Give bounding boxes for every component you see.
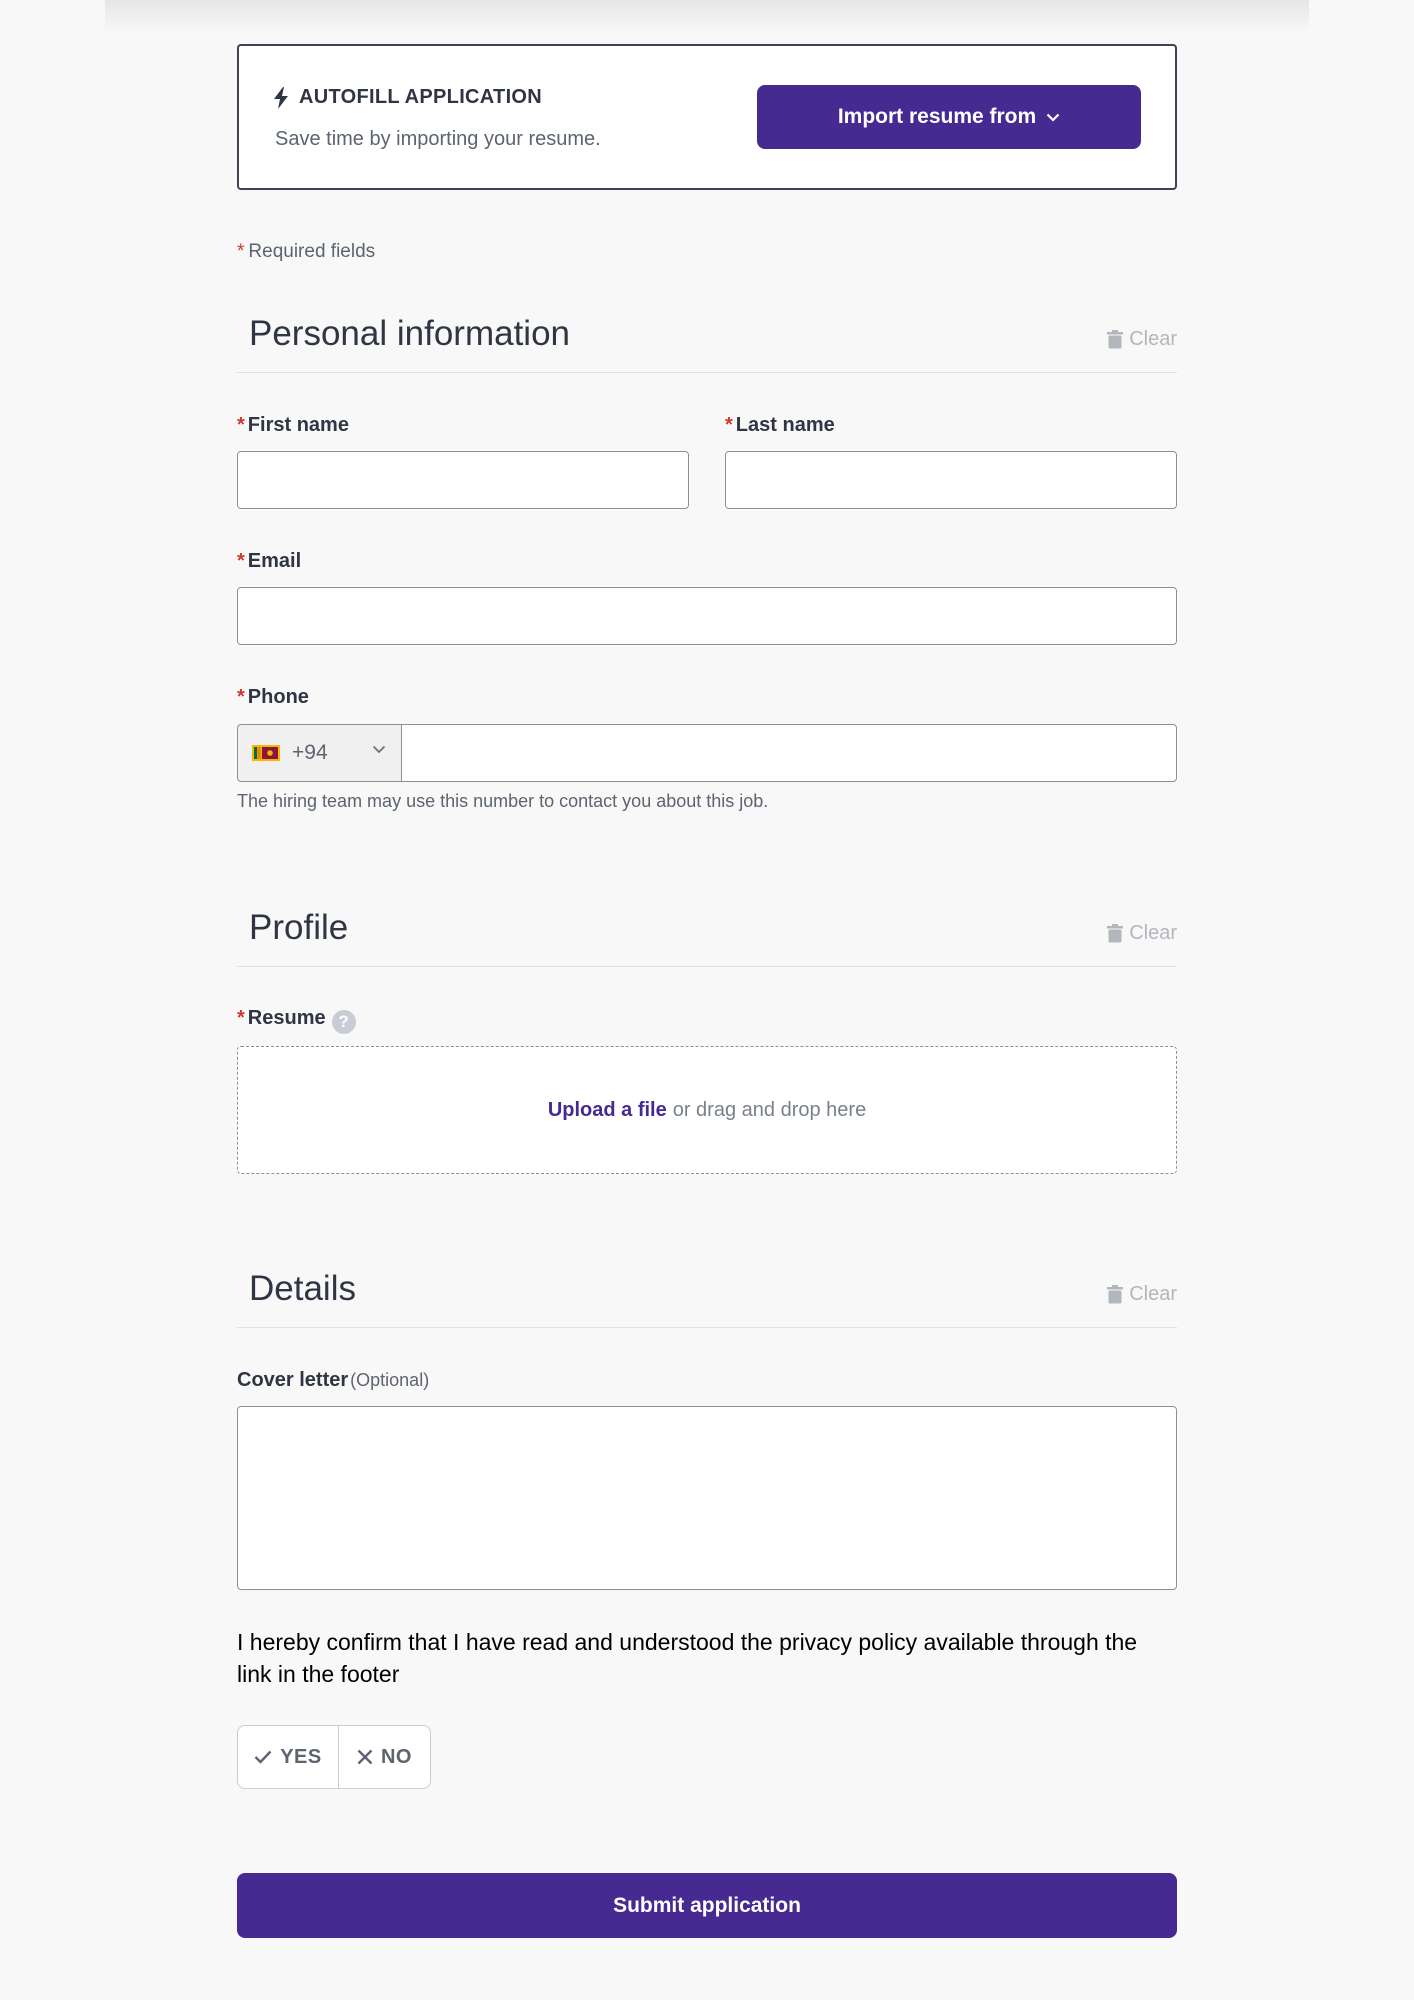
consent-toggle-group: YES NO [237, 1725, 431, 1789]
resume-label-text: Resume [247, 1007, 326, 1029]
consent-no-button[interactable]: NO [339, 1726, 430, 1788]
autofill-subtitle: Save time by importing your resume. [275, 128, 601, 150]
last-name-label-text: Last name [735, 414, 835, 436]
required-fields-text: Required fields [248, 241, 376, 262]
bolt-icon [274, 86, 288, 109]
phone-input[interactable] [401, 724, 1177, 782]
section-details-header: Details Clear [237, 1269, 1177, 1328]
clear-details-button[interactable]: Clear [1107, 1283, 1177, 1306]
help-icon[interactable]: ? [331, 1010, 356, 1034]
country-code-value: +94 [292, 741, 328, 764]
last-name-input[interactable] [725, 451, 1177, 509]
section-profile-header: Profile Clear [237, 908, 1177, 967]
autofill-title-text: AUTOFILL APPLICATION [299, 86, 543, 108]
chevron-down-icon [1046, 113, 1060, 122]
section-personal-header: Personal information Clear [237, 314, 1177, 373]
trash-icon [1107, 924, 1124, 943]
upload-file-link[interactable]: Upload a file [548, 1099, 667, 1122]
import-resume-label: Import resume from [837, 105, 1037, 128]
country-code-select[interactable]: +94 [237, 724, 402, 782]
no-label: NO [380, 1745, 412, 1768]
first-name-label: * First name [237, 414, 349, 436]
drop-text: or drag and drop here [672, 1098, 867, 1121]
x-icon [357, 1749, 373, 1765]
page-top-shadow [105, 0, 1309, 34]
privacy-consent-text: I hereby confirm that I have read and un… [237, 1629, 1138, 1687]
autofill-title: AUTOFILL APPLICATION [273, 86, 542, 109]
check-icon [254, 1750, 272, 1764]
import-resume-button[interactable]: Import resume from [757, 85, 1141, 149]
consent-yes-button[interactable]: YES [238, 1726, 339, 1788]
section-title: Personal information [249, 314, 570, 353]
first-name-input[interactable] [237, 451, 689, 509]
yes-label: YES [280, 1745, 322, 1768]
cover-letter-label-text: Cover letter [237, 1369, 349, 1391]
phone-hint: The hiring team may use this number to c… [237, 791, 769, 811]
sri-lanka-flag-icon [252, 745, 280, 761]
required-fields-note: * Required fields [237, 241, 376, 262]
section-title: Profile [249, 908, 349, 947]
first-name-label-text: First name [247, 414, 349, 436]
clear-label: Clear [1129, 328, 1177, 350]
clear-label: Clear [1129, 1283, 1177, 1305]
resume-label: * Resume? [237, 1007, 356, 1034]
submit-label: Submit application [613, 1893, 801, 1917]
cover-letter-label: Cover letter (Optional) [237, 1369, 429, 1392]
email-label-text: Email [247, 550, 302, 572]
last-name-label: * Last name [725, 414, 835, 436]
clear-personal-button[interactable]: Clear [1107, 328, 1177, 351]
optional-tag: (Optional) [350, 1370, 430, 1390]
trash-icon [1107, 330, 1124, 349]
trash-icon [1107, 1285, 1124, 1304]
resume-dropzone[interactable]: Upload a file or drag and drop here [237, 1046, 1177, 1174]
email-label: * Email [237, 550, 302, 572]
cover-letter-textarea[interactable] [237, 1406, 1177, 1590]
submit-application-button[interactable]: Submit application [237, 1873, 1177, 1938]
autofill-card: AUTOFILL APPLICATION Save time by import… [237, 44, 1177, 190]
phone-label: * Phone [237, 686, 309, 708]
chevron-down-icon [372, 745, 386, 754]
clear-label: Clear [1129, 922, 1177, 944]
email-input[interactable] [237, 587, 1177, 645]
phone-label-text: Phone [247, 686, 309, 708]
clear-profile-button[interactable]: Clear [1107, 922, 1177, 945]
section-title: Details [249, 1269, 356, 1308]
